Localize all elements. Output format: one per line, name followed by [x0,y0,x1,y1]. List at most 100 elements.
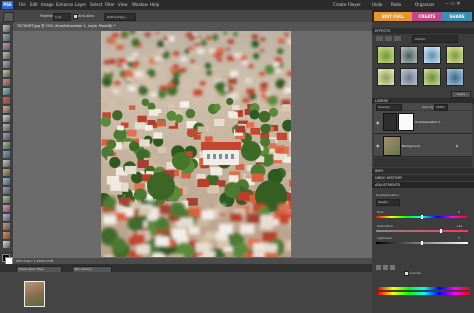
eye-icon[interactable]: ◉ [376,143,380,148]
effect-thumbnail[interactable] [446,68,464,86]
cookie-cutter-icon[interactable] [3,133,10,140]
saturation-label: Saturation: [377,224,394,228]
menu-filter[interactable]: Filter [105,2,115,7]
hue-slider-handle[interactable] [421,215,423,219]
project-bin [0,272,372,313]
layer-name: Background [402,144,420,148]
tab-create[interactable]: CREATE [412,12,442,21]
menu-edit[interactable]: Edit [30,2,38,7]
spot-healing-icon[interactable] [3,106,10,113]
undo-history-header[interactable]: UNDO HISTORY [372,175,474,181]
lightness-slider-handle[interactable] [421,241,423,245]
quick-select-icon[interactable] [3,88,10,95]
channel-select[interactable]: Master [376,199,400,206]
eyedropper-plus-icon[interactable] [383,265,388,270]
document-image[interactable] [101,31,291,257]
bin-thumbnail[interactable] [24,281,45,307]
eyedropper-minus-icon[interactable] [390,265,395,270]
crop-tool-icon[interactable] [3,124,10,131]
eye-icon[interactable]: ◉ [376,120,380,125]
app-logo: PSE [2,1,13,9]
lock-icon: 🔒︎ [456,143,459,148]
zoom-tool-icon[interactable] [3,34,10,41]
effects-layer-style-icon[interactable] [385,36,392,41]
undo-button[interactable]: Undo [372,2,382,7]
saturation-value: +42 [456,224,463,228]
clone-stamp-icon[interactable] [3,223,10,230]
background-layer-thumbnail [383,136,401,156]
layer-name: Hue/Saturation 1 [415,120,441,124]
info-header[interactable]: INFO [372,168,474,174]
smart-brush-icon[interactable] [3,232,10,239]
sponge-tool-icon[interactable] [3,205,10,212]
tab-share[interactable]: SHARE [442,12,472,21]
effect-thumbnail[interactable] [377,46,395,64]
layers-actions-bar [374,158,472,167]
red-eye-icon[interactable] [3,97,10,104]
effects-header[interactable]: EFFECTS [372,28,474,34]
zoom-status: 25% ⏵ Doc: 1.07M/1.07M [16,259,54,263]
marquee-options-icon[interactable] [3,12,14,22]
eraser-tool-icon[interactable] [3,160,10,167]
opacity-label: Opacity: [422,105,435,109]
menu-image[interactable]: Image [41,2,54,7]
color-swap-icon[interactable] [3,241,10,248]
menu-layer[interactable]: Layer [75,2,86,7]
layer-mask-thumbnail[interactable] [398,113,414,131]
straighten-icon[interactable] [3,142,10,149]
menu-view[interactable]: View [118,2,128,7]
effects-filter-icon[interactable] [376,36,383,41]
hue-spectrum-bottom [378,292,470,295]
menu-help[interactable]: Help [150,2,159,7]
organizer-button[interactable]: Organizer [415,2,435,7]
hand-tool-icon[interactable] [3,43,10,50]
effect-thumbnail[interactable] [400,46,418,64]
adjustments-header[interactable]: ADJUSTMENTS [372,182,474,188]
effect-thumbnail[interactable] [423,68,441,86]
marquee-tool-icon[interactable] [3,61,10,68]
effects-photo-effects-icon[interactable] [394,36,401,41]
blur-tool-icon[interactable] [3,196,10,203]
gradient-tool-icon[interactable] [3,178,10,185]
opacity-input[interactable]: 100% [434,104,448,111]
effect-thumbnail[interactable] [377,68,395,86]
pencil-tool-icon[interactable] [3,214,10,221]
menu-window[interactable]: Window [132,2,148,7]
blend-mode-select[interactable]: Overlay [376,104,402,111]
magic-wand-icon[interactable] [3,79,10,86]
lasso-tool-icon[interactable] [3,70,10,77]
lightness-value: 0 [458,236,460,240]
menu-enhance[interactable]: Enhance [56,2,73,7]
eyedropper-icon[interactable] [376,265,381,270]
adjustment-type-label: Hue/Saturation [376,193,399,197]
adjustment-layer-icon [383,113,397,131]
brush-tool-icon[interactable] [3,151,10,158]
antialias-label: Anti-alias [78,14,95,18]
saturation-slider[interactable] [376,230,468,232]
menu-file[interactable]: File [19,2,26,7]
lightness-label: Lightness: [377,236,393,240]
move-tool-icon[interactable] [3,25,10,32]
effects-category-select[interactable]: Artistic [412,35,458,43]
effect-thumbnail[interactable] [400,68,418,86]
refine-edge-button[interactable]: Refine Edge... [104,13,136,21]
hue-spectrum-top [378,287,470,290]
window-controls[interactable]: – ▭ ✕ [446,1,461,7]
menu-select[interactable]: Select [90,2,102,7]
apply-effect-button[interactable]: Apply [451,91,471,98]
redo-button[interactable]: Redo [391,2,401,7]
effect-thumbnail[interactable] [423,46,441,64]
create-button[interactable]: Create Fileyer [333,2,361,7]
tab-edit-full[interactable]: EDIT FULL [374,12,412,21]
type-tool-icon[interactable] [3,115,10,122]
shape-tool-icon[interactable] [3,187,10,194]
document-title: TILTSHIFT.jpg @ 25% (Hue/Saturation 1, L… [17,24,116,28]
feather-input[interactable]: 0 px [53,13,71,21]
colorize-label: Colorize [409,271,422,275]
saturation-slider-handle[interactable] [440,229,442,233]
effect-thumbnail[interactable] [446,46,464,64]
paint-bucket-icon[interactable] [3,169,10,176]
hue-label: Hue: [377,210,385,214]
hue-value: 0 [458,210,460,214]
eyedropper-tool-icon[interactable] [3,52,10,59]
